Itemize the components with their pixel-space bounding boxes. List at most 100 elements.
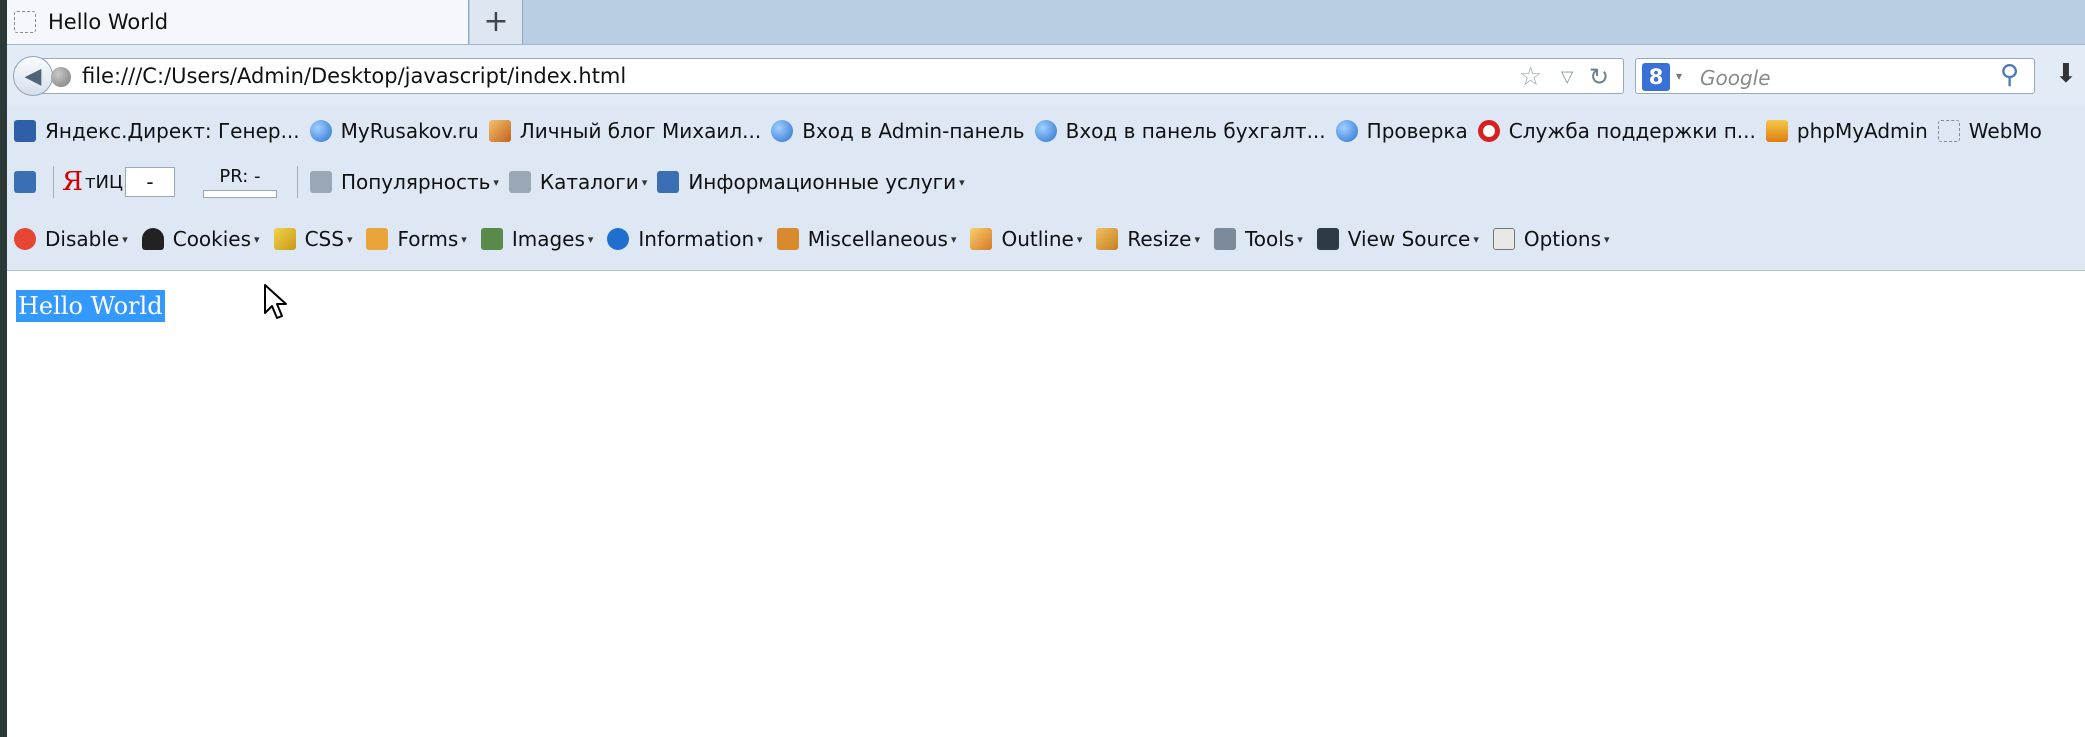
bookmark-support[interactable]: Служба поддержки п... (1477, 119, 1756, 143)
search-engine-dropdown-icon[interactable]: ▾ (1676, 69, 1682, 83)
menu-resize[interactable]: Resize ▾ (1096, 227, 1200, 251)
tab-hello-world[interactable]: Hello World (7, 0, 469, 44)
clipboard-icon (366, 228, 389, 250)
sphere-icon (1335, 120, 1358, 142)
menu-label: Information (638, 227, 755, 251)
dropdown-icon: ▾ (254, 232, 260, 246)
back-arrow-icon: ◀ (24, 63, 42, 89)
dropdown-icon: ▾ (1194, 232, 1200, 246)
menu-label: Images (511, 227, 585, 251)
browser-window: Hello World + ◀ file:///C:/Users/Admin/D… (7, 0, 2085, 737)
bookmark-yandex-direct[interactable]: Яндекс.Директ: Генер... (14, 119, 300, 143)
url-text[interactable]: file:///C:/Users/Admin/Desktop/javascrip… (82, 64, 626, 88)
bookmark-myrusakov[interactable]: MyRusakov.ru (309, 119, 479, 143)
bookmark-admin-login[interactable]: Вход в Admin-панель (771, 119, 1025, 143)
menu-label: Options (1523, 227, 1602, 251)
dropdown-icon: ▾ (641, 175, 648, 189)
info-icon (607, 228, 630, 250)
dropdown-icon: ▾ (757, 232, 763, 246)
blank-page-icon (14, 11, 36, 33)
yandex-bar-icon[interactable] (14, 171, 36, 193)
bookmark-label: WebMo (1968, 119, 2042, 143)
blank-page-icon (1937, 120, 1960, 142)
menu-label: Disable (45, 227, 120, 251)
yandex-logo[interactable]: Я (62, 167, 83, 197)
bookmark-label: Служба поддержки п... (1508, 119, 1756, 143)
menu-css[interactable]: CSS ▾ (273, 227, 352, 251)
menu-label: Resize (1127, 227, 1192, 251)
separator (296, 166, 298, 198)
catalogs-label: Каталоги (539, 170, 639, 194)
pr-bar (202, 190, 277, 198)
blog-icon (488, 120, 511, 142)
menu-label: Outline (1001, 227, 1074, 251)
bookmark-label: phpMyAdmin (1796, 119, 1928, 143)
navigation-bar: ◀ file:///C:/Users/Admin/Desktop/javascr… (7, 44, 2085, 107)
info-services-menu[interactable]: Информационные услуги ▾ (657, 170, 965, 194)
menu-outline[interactable]: Outline ▾ (970, 227, 1082, 251)
tic-label: тИЦ (85, 171, 123, 193)
menu-disable[interactable]: Disable ▾ (14, 227, 128, 251)
bookmark-webmo[interactable]: WebMo (1937, 119, 2042, 143)
menu-images[interactable]: Images ▾ (480, 227, 593, 251)
bookmark-phpmyadmin[interactable]: phpMyAdmin (1765, 119, 1928, 143)
dropdown-icon: ▾ (1473, 232, 1479, 246)
menu-view-source[interactable]: View Source ▾ (1316, 227, 1479, 251)
dropdown-icon: ▾ (1076, 232, 1083, 246)
back-button[interactable]: ◀ (13, 56, 53, 96)
download-icon[interactable]: ⬇ (2055, 59, 2077, 89)
menu-cookies[interactable]: Cookies ▾ (141, 227, 260, 251)
terminal-icon (1316, 228, 1339, 250)
bookmark-check[interactable]: Проверка (1335, 119, 1468, 143)
bookmarks-toolbar: Яндекс.Директ: Генер... MyRusakov.ru Лич… (7, 106, 2085, 156)
tab-strip: Hello World + (7, 0, 2085, 44)
sphere-icon (1034, 120, 1057, 142)
dropdown-icon: ▾ (1604, 232, 1610, 246)
info-services-label: Информационные услуги (688, 170, 957, 194)
menu-forms[interactable]: Forms ▾ (366, 227, 467, 251)
menu-miscellaneous[interactable]: Miscellaneous ▾ (776, 227, 956, 251)
image-icon (480, 228, 503, 250)
menu-label: Miscellaneous (807, 227, 948, 251)
mouse-pointer-icon (264, 284, 287, 319)
bookmark-personal-blog[interactable]: Личный блог Михаил... (488, 119, 761, 143)
bookmark-star-icon[interactable]: ☆ (1519, 62, 1542, 92)
book-icon (776, 228, 799, 250)
dropdown-icon: ▾ (959, 175, 965, 189)
separator (53, 166, 54, 198)
yandex-toolbar: Я тИЦ - PR: - Популярность ▾ Каталоги ▾ Ин… (7, 156, 2085, 208)
sphere-icon (771, 120, 794, 142)
bookmark-accounting-login[interactable]: Вход в панель бухгалт... (1034, 119, 1326, 143)
menu-label: Cookies (172, 227, 252, 251)
tab-title: Hello World (48, 10, 169, 34)
menu-label: CSS (304, 227, 344, 251)
new-tab-button[interactable]: + (470, 0, 523, 44)
info-services-icon (657, 171, 680, 193)
disable-icon (14, 228, 36, 250)
web-developer-toolbar: Disable ▾ Cookies ▾ CSS ▾ Forms ▾ Images ▾ In… (7, 208, 2085, 271)
search-input[interactable] (1635, 58, 2035, 94)
dropdown-icon: ▾ (1297, 232, 1303, 246)
popularity-menu[interactable]: Популярность ▾ (309, 170, 499, 194)
bookmark-label: Яндекс.Директ: Генер... (45, 119, 300, 143)
page-text-selected[interactable]: Hello World (16, 290, 165, 322)
ruler-icon (1096, 228, 1119, 250)
tools-icon (1213, 228, 1236, 250)
feed-icon (14, 120, 36, 142)
menu-tools[interactable]: Tools ▾ (1213, 227, 1303, 251)
cookie-icon (141, 228, 164, 250)
menu-information[interactable]: Information ▾ (607, 227, 763, 251)
lifebuoy-icon (1477, 120, 1500, 142)
reload-icon[interactable]: ↻ (1589, 63, 1609, 91)
menu-options[interactable]: Options ▾ (1492, 227, 1610, 251)
phpmyadmin-icon (1765, 120, 1788, 142)
pagerank-indicator[interactable]: PR: - (202, 166, 277, 198)
catalogs-menu[interactable]: Каталоги ▾ (508, 170, 648, 194)
tic-value[interactable]: - (124, 167, 175, 197)
search-engine-icon[interactable]: 8 (1642, 63, 1670, 91)
history-dropdown-icon[interactable]: ▽ (1561, 67, 1573, 86)
search-icon[interactable]: ⚲ (2000, 60, 2019, 90)
pr-label: PR: - (219, 166, 261, 187)
sphere-icon (309, 120, 332, 142)
menu-label: Forms (397, 227, 459, 251)
